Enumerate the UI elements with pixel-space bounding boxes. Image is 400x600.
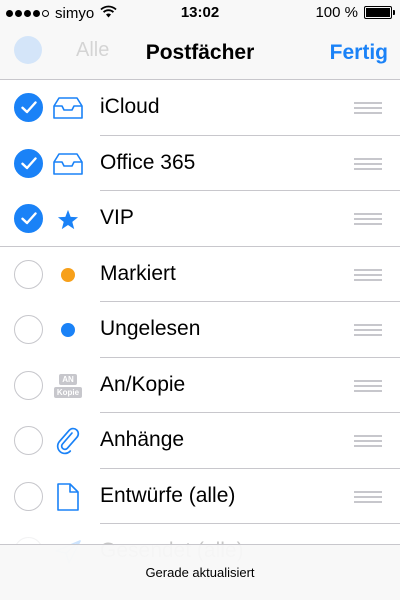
to-cc-icon: AN Kopie: [52, 370, 84, 402]
star-icon: [52, 203, 84, 235]
document-icon: [52, 481, 84, 513]
done-button[interactable]: Fertig: [330, 41, 388, 65]
mailbox-label: Office 365: [100, 150, 196, 174]
reorder-handle-icon[interactable]: [354, 490, 382, 503]
reorder-handle-icon[interactable]: [354, 435, 382, 447]
navigation-bar: Alle Postfächer Fertig: [0, 26, 400, 80]
mailbox-label: VIP: [100, 206, 134, 229]
mailbox-list: iCloud Office 365 VIP Markiert Ungelesen…: [0, 80, 400, 580]
list-item-an-kopie[interactable]: AN Kopie An/Kopie: [0, 358, 400, 413]
selection-checkbox[interactable]: [14, 259, 43, 289]
unread-dot-icon: [52, 314, 84, 346]
selection-checkbox[interactable]: [14, 148, 43, 178]
selection-checkbox[interactable]: [14, 426, 43, 455]
reorder-handle-icon[interactable]: [354, 324, 382, 336]
status-bar: simyo 13:02 100 %: [0, 0, 400, 26]
selection-checkbox[interactable]: [14, 93, 43, 122]
selection-checkbox[interactable]: [14, 370, 43, 400]
mailbox-label: Anhänge: [100, 428, 185, 451]
checkmark-icon: [20, 156, 37, 169]
mailbox-label: Markiert: [100, 261, 176, 285]
list-item-ungelesen[interactable]: Ungelesen: [0, 302, 400, 358]
update-status: Gerade aktualisiert: [145, 565, 255, 580]
reorder-handle-icon[interactable]: [354, 379, 382, 392]
list-item-entwuerfe[interactable]: Entwürfe (alle): [0, 469, 400, 524]
reorder-handle-icon[interactable]: [354, 213, 382, 225]
list-item-markiert[interactable]: Markiert: [0, 247, 400, 302]
battery-status: 100 %: [315, 4, 395, 21]
list-item-office365[interactable]: Office 365: [0, 136, 400, 191]
selection-checkbox[interactable]: [14, 315, 43, 344]
mailbox-label: iCloud: [100, 95, 160, 118]
selection-checkbox[interactable]: [14, 204, 43, 233]
reorder-handle-icon[interactable]: [354, 157, 382, 170]
mailbox-label: Ungelesen: [100, 317, 201, 340]
flag-dot-icon: [52, 259, 84, 291]
checkmark-icon: [20, 212, 37, 225]
paperclip-icon: [52, 425, 84, 457]
bottom-toolbar: Gerade aktualisiert: [0, 544, 400, 600]
checkmark-icon: [20, 101, 37, 114]
battery-percent: 100 %: [315, 4, 358, 21]
reorder-handle-icon[interactable]: [354, 102, 382, 114]
to-badge: AN: [59, 373, 77, 385]
selection-checkbox[interactable]: [14, 481, 43, 511]
reorder-handle-icon[interactable]: [354, 268, 382, 281]
list-item-vip[interactable]: VIP: [0, 191, 400, 247]
cc-badge: Kopie: [53, 386, 83, 398]
inbox-tray-icon: [52, 92, 84, 124]
mailbox-label: An/Kopie: [100, 372, 186, 396]
list-item-icloud[interactable]: iCloud: [0, 80, 400, 136]
battery-icon: [364, 6, 395, 19]
list-item-anhaenge[interactable]: Anhänge: [0, 413, 400, 469]
inbox-tray-icon: [52, 148, 84, 180]
mailbox-label: Entwürfe (alle): [100, 483, 236, 507]
